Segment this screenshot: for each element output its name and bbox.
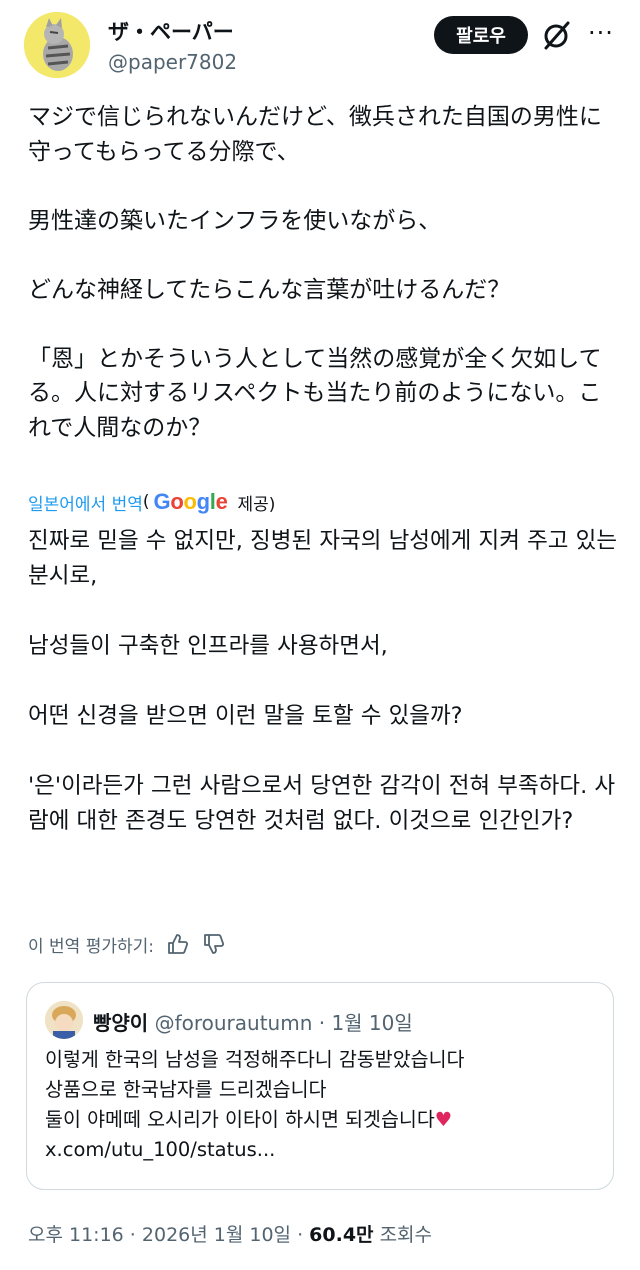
quoted-author-handle: @forourautumn [154,1011,313,1035]
quoted-header: 빵양이 @forourautumn · 1월 10일 [93,1007,413,1036]
meta-separator: · [123,1224,142,1246]
rate-translation-row: 이 번역 평가하기: [28,928,226,960]
grok-icon[interactable] [540,18,574,52]
quoted-link[interactable]: x.com/utu_100/status... [45,1138,275,1161]
meta-separator: · [291,1224,310,1246]
view-count-label: 조회수 [379,1224,433,1246]
quoted-text: 이렇게 한국의 남성을 걱정해주다니 감동받았습니다 상품으로 한국남자를 드리… [45,1045,595,1165]
quoted-body: 이렇게 한국의 남성을 걱정해주다니 감동받았습니다 상품으로 한국남자를 드리… [45,1048,465,1131]
google-logo: Google [153,489,228,514]
quoted-tweet[interactable]: 빵양이 @forourautumn · 1월 10일 이렇게 한국의 남성을 걱… [26,982,614,1190]
thumbs-down-icon[interactable] [202,932,226,956]
thumbs-up-icon[interactable] [166,932,190,956]
translation-attribution: 일본어에서 번역 ( Google 제공) [28,486,275,518]
rate-translation-label: 이 번역 평가하기: [28,936,155,957]
author-name[interactable]: ザ・ペーパー [108,16,234,46]
tweet-text: マジで信じられないんだけど、徴兵された自国の男性に守ってもらってる分際で、 男性… [28,104,602,441]
quoted-date: 1월 10일 [331,1011,413,1035]
follow-button[interactable]: 팔로우 [434,16,528,54]
translation-text: 진짜로 믿을 수 없지만, 징병된 자국의 남성에게 지켜 주고 있는 분시로,… [28,528,618,834]
tweet-date[interactable]: 2026년 1월 10일 [142,1224,291,1246]
quoted-author-avatar [45,1001,83,1039]
quoted-author-name: 빵양이 [93,1011,149,1035]
view-count: 60.4만 [309,1224,374,1246]
author-avatar[interactable] [24,12,90,78]
more-icon[interactable]: ··· [586,18,616,52]
open-paren: ( [142,492,150,512]
tweet-meta: 오후 11:16 · 2026년 1월 10일 · 60.4만 조회수 [28,1220,432,1247]
author-handle[interactable]: @paper7802 [108,50,237,74]
translated-from-link[interactable]: 일본어에서 번역 [28,490,143,515]
tweet-time[interactable]: 오후 11:16 [28,1224,124,1246]
heart-icon: ♥ [434,1108,453,1131]
provided-label: 제공) [237,494,276,515]
separator-dot: · [318,1011,326,1035]
tweet-header: ザ・ペーパー @paper7802 팔로우 ··· [0,0,640,90]
